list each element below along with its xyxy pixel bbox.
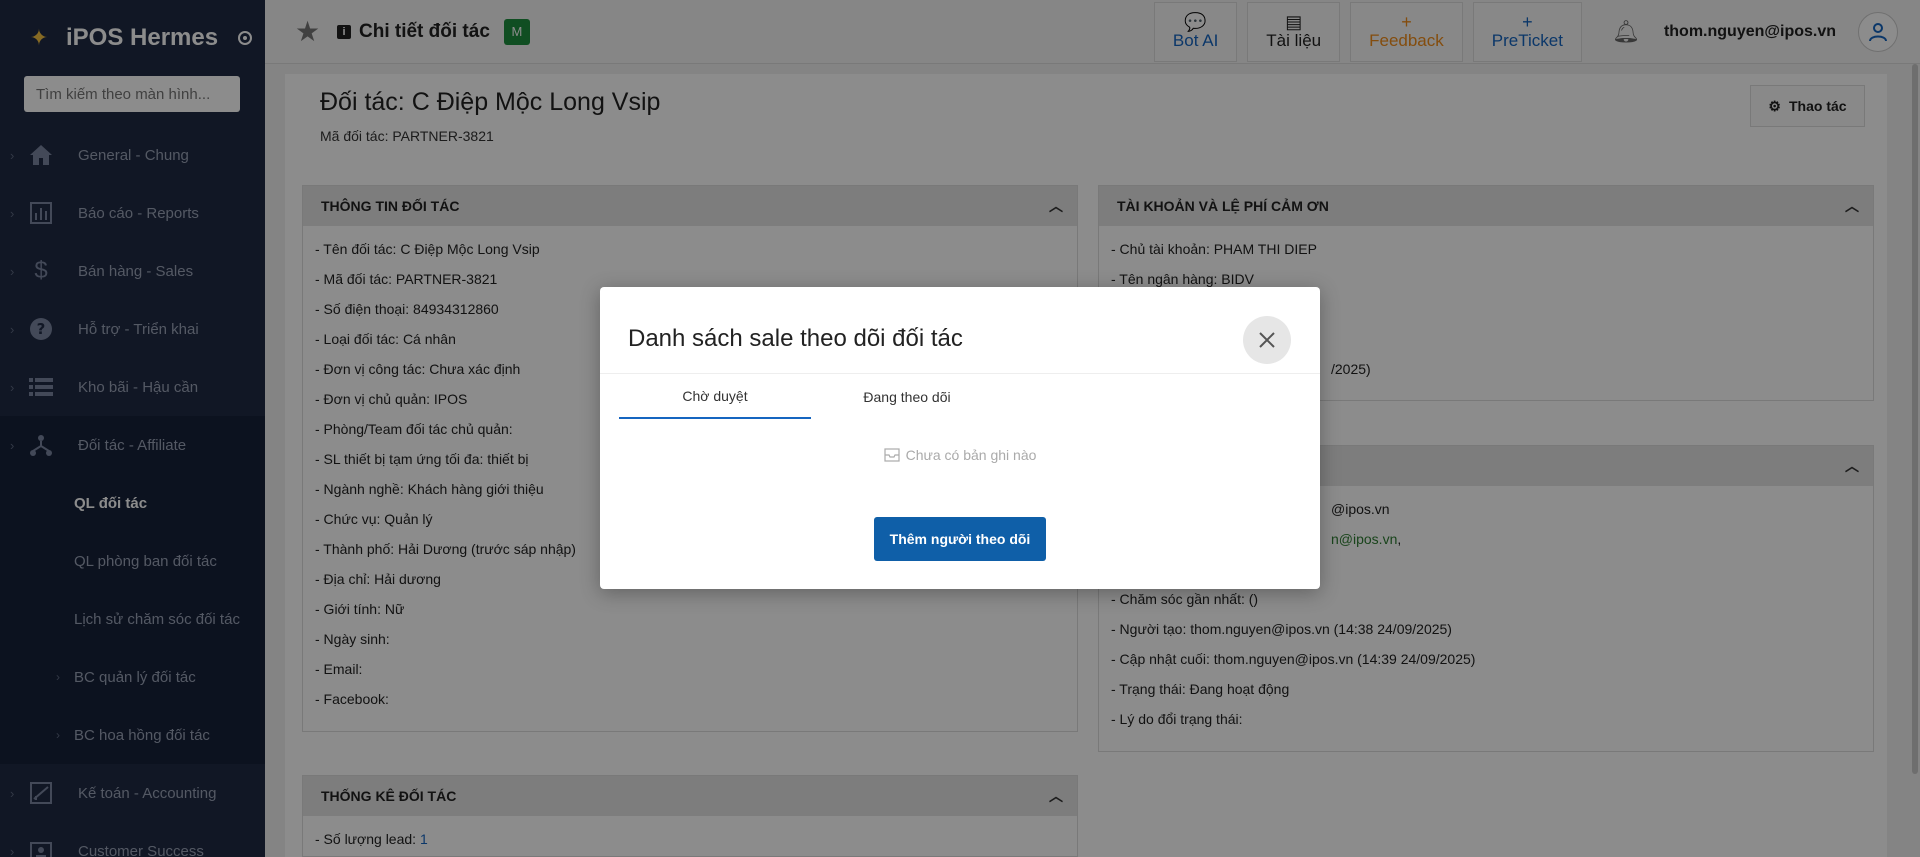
- inbox-icon: [883, 448, 900, 462]
- close-button[interactable]: [1243, 316, 1291, 364]
- empty-state: Chưa có bản ghi nào: [600, 447, 1320, 463]
- modal-tabs: Chờ duyệt Đang theo dõi: [619, 374, 1003, 419]
- close-icon: [1259, 332, 1275, 348]
- sale-follow-modal: Danh sách sale theo dõi đối tác Chờ duyệ…: [600, 287, 1320, 589]
- tab-pending[interactable]: Chờ duyệt: [619, 374, 811, 419]
- empty-text: Chưa có bản ghi nào: [905, 447, 1037, 463]
- add-follower-button[interactable]: Thêm người theo dõi: [874, 517, 1046, 561]
- modal-title: Danh sách sale theo dõi đối tác: [628, 325, 963, 352]
- tab-following[interactable]: Đang theo dõi: [811, 374, 1003, 419]
